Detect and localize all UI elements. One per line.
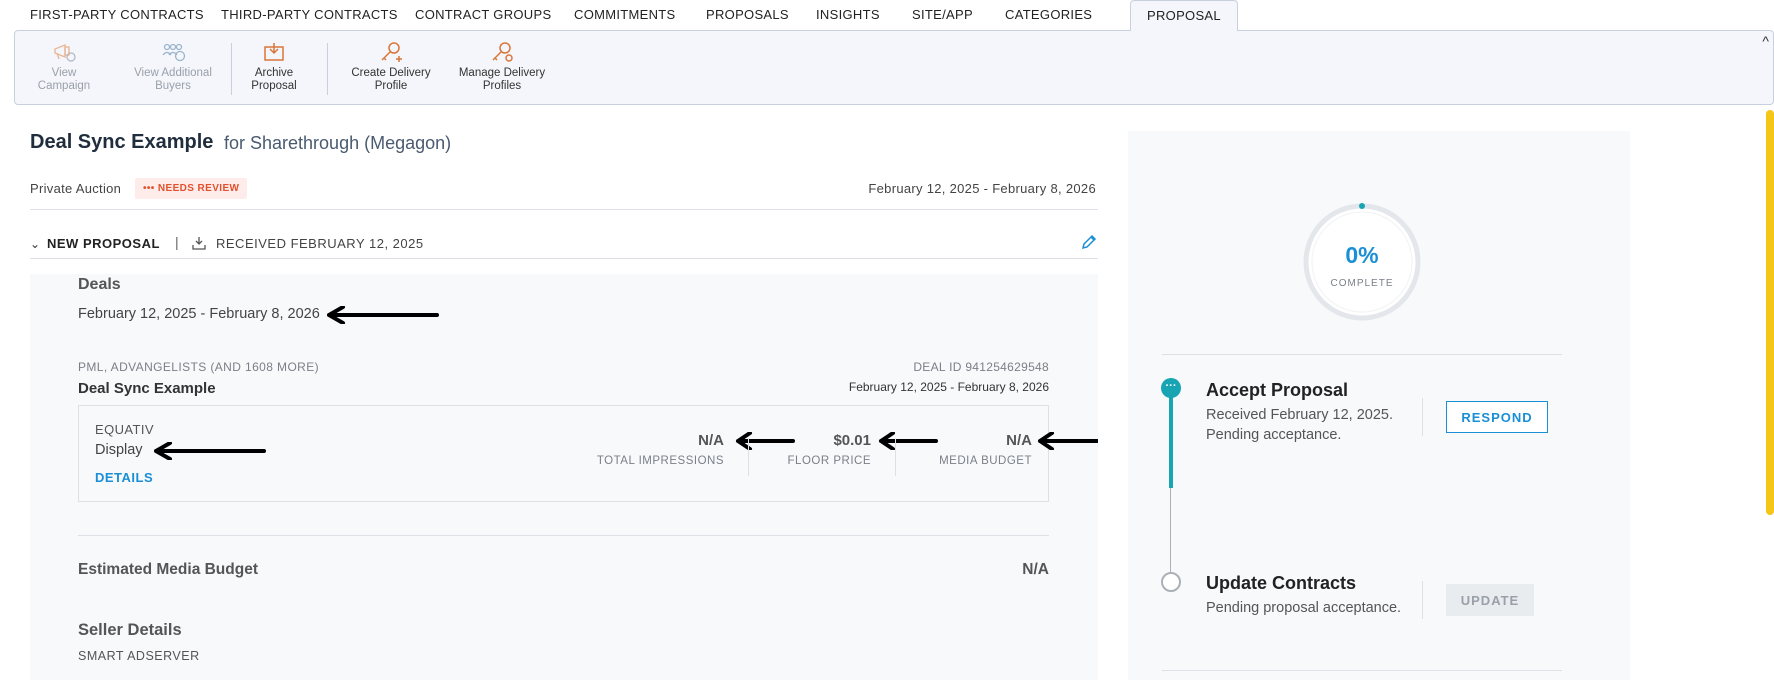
timeline-line [1170,488,1171,576]
progress-label: COMPLETE [1330,278,1394,289]
details-link[interactable]: DETAILS [95,470,153,485]
tab-insights[interactable]: INSIGHTS [816,0,880,30]
respond-button[interactable]: RESPOND [1446,401,1548,433]
divider [1162,670,1562,671]
annotation-arrow-left-icon [327,306,439,324]
collapse-ribbon-icon[interactable]: ^ [1762,33,1769,49]
manage-profiles-label-1: Manage Delivery [458,67,546,79]
total-impressions-value: N/A [698,432,724,449]
step-divider [1422,581,1423,619]
page-subtitle: for Sharethrough (Megagon) [224,133,452,153]
annotation-arrow-left-icon [879,432,938,450]
create-delivery-profile-button[interactable]: Create Delivery Profile [345,41,437,93]
deal-sources: PML, ADVANGELISTS (AND 1608 MORE) [78,360,320,374]
deals-heading: Deals [78,276,121,293]
archive-label-2: Proposal [251,80,297,92]
ribbon-toolbar: View Campaign View Additional Buyers Arc… [14,30,1774,105]
ssp-name: EQUATIV [95,422,154,437]
auction-type: Private Auction [30,181,122,196]
divider [30,258,1098,259]
scrollbar-thumb[interactable] [1766,110,1774,515]
seller-details-heading: Seller Details [78,621,182,639]
tab-commitments[interactable]: COMMITMENTS [574,0,676,30]
tab-proposal[interactable]: PROPOSAL [1130,0,1238,31]
divider [30,209,1098,210]
received-date: RECEIVED FEBRUARY 12, 2025 [216,236,424,251]
tab-contract-groups[interactable]: CONTRACT GROUPS [415,0,551,30]
metric-divider [748,438,749,476]
step-divider [1422,398,1423,436]
view-campaign-button[interactable]: View Campaign [29,41,99,93]
divider [78,535,1049,536]
view-buyers-label-2: Buyers [155,80,191,92]
metric-divider [895,438,896,476]
chevron-down-icon[interactable]: ⌄ [30,237,40,251]
manage-profiles-label-2: Profiles [482,80,522,92]
floor-price-label: FLOOR PRICE [787,455,871,467]
seller-name: SMART ADSERVER [78,649,200,663]
progress-ring-marker [1359,203,1365,209]
accept-proposal-title: Accept Proposal [1206,380,1349,400]
update-contracts-desc: Pending proposal acceptance. [1206,600,1402,616]
step-pending-dot-icon [1161,572,1181,592]
view-additional-buyers-button[interactable]: View Additional Buyers [127,41,219,93]
media-budget-value: N/A [1006,432,1032,449]
archive-box-icon [264,43,284,61]
deal-name: Deal Sync Example [78,380,216,397]
tab-third-party-contracts[interactable]: THIRD-PARTY CONTRACTS [221,0,398,30]
view-buyers-label-1: View Additional [134,67,212,79]
deal-format: Display [95,442,143,458]
total-impressions-label: TOTAL IMPRESSIONS [596,455,724,467]
megaphone-icon [54,43,76,62]
deal-id: DEAL ID 941254629548 [913,360,1049,374]
timeline-active-line [1169,388,1173,488]
annotation-arrow-left-icon [1038,432,1098,450]
tab-first-party-contracts[interactable]: FIRST-PARTY CONTRACTS [30,0,204,30]
tab-site-app[interactable]: SITE/APP [912,0,973,30]
proposal-date-range: February 12, 2025 - February 8, 2026 [868,181,1096,196]
ribbon-divider [231,43,232,95]
step-active-dot-icon: ··· [1161,378,1181,398]
key-gear-icon [492,42,513,62]
pipe-divider: | [175,234,179,250]
annotation-arrow-left-icon [736,432,795,450]
archive-label-1: Archive [254,67,294,79]
progress-percent: 0% [1345,242,1379,268]
inbox-download-icon [192,237,206,250]
deal-date-range: February 12, 2025 - February 8, 2026 [848,380,1049,394]
create-profile-label-2: Profile [374,80,408,92]
tab-proposals[interactable]: PROPOSALS [706,0,789,30]
top-tab-bar: FIRST-PARTY CONTRACTS THIRD-PARTY CONTRA… [0,0,1774,31]
floor-price-value: $0.01 [833,432,871,449]
view-campaign-label-2: Campaign [37,80,91,92]
view-campaign-label-1: View [51,67,77,79]
ribbon-divider [327,43,328,95]
group-clock-icon [162,43,186,62]
manage-delivery-profiles-button[interactable]: Manage Delivery Profiles [453,41,551,93]
update-button[interactable]: UPDATE [1446,584,1534,616]
create-profile-label-1: Create Delivery [351,67,431,79]
archive-proposal-button[interactable]: Archive Proposal [243,41,305,93]
page-title: Deal Sync Example [30,131,214,153]
divider [1162,354,1562,355]
accept-proposal-desc: Received February 12, 2025. Pending acce… [1206,407,1393,443]
update-contracts-title: Update Contracts [1206,573,1357,593]
new-proposal-section-header[interactable]: ⌄ NEW PROPOSAL | RECEIVED FEBRUARY 12, 2… [30,233,1098,257]
status-badge: ••• NEEDS REVIEW [135,178,248,199]
estimated-media-budget-value: N/A [1022,561,1049,578]
edit-pencil-icon[interactable] [1080,233,1098,251]
tab-categories[interactable]: CATEGORIES [1005,0,1092,30]
estimated-media-budget-label: Estimated Media Budget [78,561,258,578]
key-add-icon [381,42,402,62]
deals-date-range: February 12, 2025 - February 8, 2026 [78,306,320,322]
media-budget-label: MEDIA BUDGET [939,455,1032,467]
section-label: NEW PROPOSAL [47,236,160,251]
annotation-arrow-left-icon [154,442,266,460]
